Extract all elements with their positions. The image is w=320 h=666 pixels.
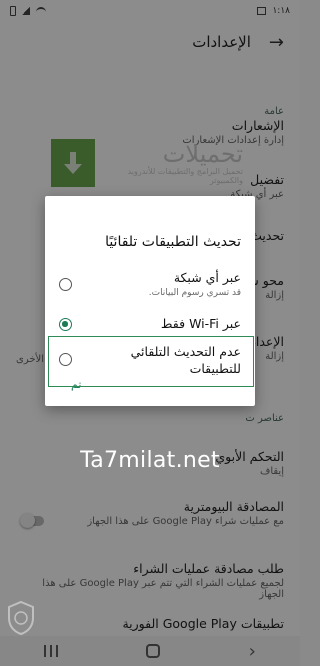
home-icon[interactable] <box>146 644 161 658</box>
watermark-site: Ta7milat.net <box>80 448 220 473</box>
recent-apps-icon[interactable] <box>44 645 59 657</box>
radio-wifi-only[interactable] <box>59 318 72 331</box>
shield-icon <box>8 600 34 636</box>
dialog-title: تحديث التطبيقات تلقائيًا <box>105 234 241 250</box>
option-label: عبر Wi-Fi فقط <box>160 316 241 331</box>
screen: ١:١٨ → الإعدادات عامة الإشعارات إدارة إع… <box>0 0 300 666</box>
option-sublabel: قد تسري رسوم البيانات. <box>148 288 241 298</box>
option-wifi-only[interactable]: عبر Wi-Fi فقط <box>59 316 241 331</box>
option-label: عبر أي شبكة <box>173 270 241 285</box>
option-any-network[interactable]: عبر أي شبكة قد تسري رسوم البيانات. <box>59 270 241 298</box>
highlight-box <box>48 336 254 387</box>
nav-bar: › <box>0 636 300 666</box>
back-icon[interactable]: › <box>249 641 256 662</box>
radio-any-network[interactable] <box>59 278 72 291</box>
